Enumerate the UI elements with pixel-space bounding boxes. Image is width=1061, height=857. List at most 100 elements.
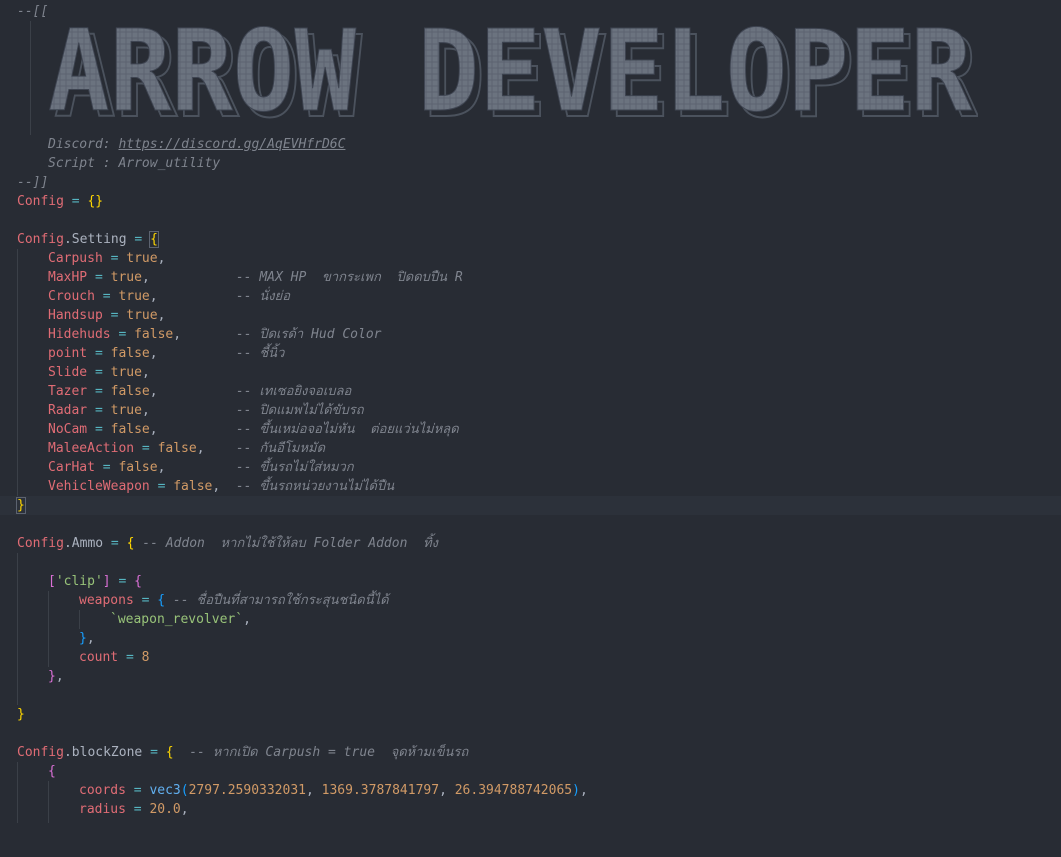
bracket: [ <box>48 574 56 589</box>
code-line: Discord: https://discord.gg/AqEVHfrD6C <box>0 135 1061 154</box>
setting-key: Carpush <box>48 251 103 266</box>
coords-key: coords <box>79 783 126 798</box>
setting-comment: -- ปิดเรด้า Hud Color <box>235 327 382 342</box>
assign-operator: = <box>102 251 127 266</box>
setting-line: Carpush = true, <box>48 251 166 266</box>
setting-value: true <box>110 403 142 418</box>
comment-close: --]] <box>17 175 49 190</box>
coord-x: 2797.2590332031 <box>188 783 306 798</box>
comment-open: --[[ <box>17 4 49 19</box>
assign-operator: = <box>63 194 88 209</box>
assign-operator: = <box>149 479 174 494</box>
comma: , <box>55 669 64 684</box>
comma: , <box>306 783 322 798</box>
close-brace: } <box>48 669 56 684</box>
setting-line: MaleeAction = false, -- กันอีโมหมัด <box>48 441 326 456</box>
count-value: 8 <box>141 650 150 665</box>
setting-value: true <box>126 308 158 323</box>
assign-operator: = <box>87 346 111 361</box>
comma: , <box>439 783 455 798</box>
open-brace: { <box>165 745 174 760</box>
close-brace: } <box>16 497 26 514</box>
setting-property: .Setting <box>63 232 127 247</box>
setting-value: false <box>173 479 213 494</box>
code-line: } <box>0 705 1061 724</box>
assign-operator: = <box>142 745 166 760</box>
code-line: coords = vec3(2797.2590332031, 1369.3787… <box>0 781 1061 800</box>
setting-line: point = false, -- ชี้นิ้ว <box>48 346 285 361</box>
ascii-banner: ARROW DEVELOPER ARROW DEVELOPER <box>48 20 978 128</box>
assign-operator: = <box>110 327 135 342</box>
comma: , <box>579 783 588 798</box>
setting-comment: -- ปิดแมพไม่ได้ขับรถ <box>235 403 364 418</box>
code-line: Config.Setting = { <box>0 230 1061 249</box>
coord-z: 26.394788742065 <box>454 783 573 798</box>
setting-comment: -- กันอีโมหมัด <box>235 441 326 456</box>
assign-operator: = <box>87 365 111 380</box>
close-brace: } <box>17 707 25 722</box>
assign-operator: = <box>102 308 127 323</box>
setting-value: false <box>110 384 150 399</box>
code-line: `weapon_revolver`, <box>0 610 1061 629</box>
setting-comment: -- เทเซอยิงจอเบลอ <box>235 384 352 399</box>
weapon-name: `weapon_revolver` <box>110 612 244 627</box>
code-editor[interactable]: --[[ ARROW DEVELOPER ARROW DEVELOPER Dis… <box>0 0 1061 823</box>
code-line-current: } <box>0 496 1061 515</box>
comma: , <box>243 612 251 627</box>
setting-line: Hidehuds = false, -- ปิดเรด้า Hud Color <box>48 327 382 342</box>
weapons-comment: -- ชื่อปืนที่สามารถใช้กระสุนชนิดนี้ได้ <box>165 593 389 608</box>
setting-comment: -- ชี้นิ้ว <box>235 346 285 361</box>
setting-key: CarHat <box>48 460 95 475</box>
setting-comment: -- ขึ้นเหม่อจอไม่หัน ต่อยแว่นไม่หลุด <box>235 422 459 437</box>
open-brace: { <box>149 231 159 248</box>
open-brace: { <box>157 593 166 608</box>
discord-label: Discord: <box>48 137 119 152</box>
setting-value: true <box>118 289 150 304</box>
coord-y: 1369.3787841797 <box>321 783 440 798</box>
code-line: radius = 20.0, <box>0 800 1061 819</box>
setting-comment: -- MAX HP ขากระเพก ปิดดบปืน R <box>235 270 463 285</box>
setting-key: Tazer <box>48 384 88 399</box>
setting-value: true <box>110 365 142 380</box>
assign-operator: = <box>110 574 135 589</box>
setting-key: Handsup <box>48 308 103 323</box>
close-paren: ) <box>572 783 580 798</box>
weapons-key: weapons <box>79 593 134 608</box>
clip-key: 'clip' <box>55 574 103 589</box>
setting-line: Handsup = true, <box>48 308 166 323</box>
assign-operator: = <box>125 802 150 817</box>
setting-key: Slide <box>48 365 88 380</box>
open-brace: { <box>48 764 56 779</box>
radius-key: radius <box>79 802 126 817</box>
setting-line: Radar = true, -- ปิดแมพไม่ได้ขับรถ <box>48 403 364 418</box>
setting-line: VehicleWeapon = false, -- ขึ้นรถหน่วยงาน… <box>48 479 395 494</box>
code-line: }, <box>0 667 1061 686</box>
assign-operator: = <box>94 460 119 475</box>
setting-value: false <box>134 327 174 342</box>
setting-key: NoCam <box>48 422 88 437</box>
blockzone-property: .blockZone <box>63 745 143 760</box>
radius-value: 20.0 <box>149 802 181 817</box>
setting-key: point <box>48 346 88 361</box>
setting-line: Slide = true, <box>48 365 150 380</box>
indent-guide <box>30 21 31 135</box>
code-line: }, <box>0 629 1061 648</box>
code-line: Config.blockZone = { -- หากเปิด Carpush … <box>0 743 1061 762</box>
vec3-function: vec3 <box>149 783 181 798</box>
code-line: --]] <box>0 173 1061 192</box>
setting-comment: -- ขึ้นรถหน่วยงานไม่ได้ปืน <box>235 479 395 494</box>
discord-link[interactable]: https://discord.gg/AqEVHfrD6C <box>118 137 345 152</box>
setting-value: false <box>157 441 197 456</box>
code-line: { <box>0 762 1061 781</box>
code-line: ['clip'] = { <box>0 572 1061 591</box>
ammo-comment: -- Addon หากไม่ใช้ให้ลบ Folder Addon ทิ้… <box>134 536 438 551</box>
script-label: Script : Arrow_utility <box>48 156 221 171</box>
comma: , <box>180 802 189 817</box>
ammo-property: .Ammo <box>63 536 104 551</box>
open-paren: ( <box>180 783 189 798</box>
setting-value: false <box>118 460 158 475</box>
setting-line: NoCam = false, -- ขึ้นเหม่อจอไม่หัน ต่อย… <box>48 422 459 437</box>
setting-comment: -- ขึ้นรถไม่ใส่หมวก <box>235 460 354 475</box>
code-line: count = 8 <box>0 648 1061 667</box>
setting-line: CarHat = false, -- ขึ้นรถไม่ใส่หมวก <box>48 460 354 475</box>
